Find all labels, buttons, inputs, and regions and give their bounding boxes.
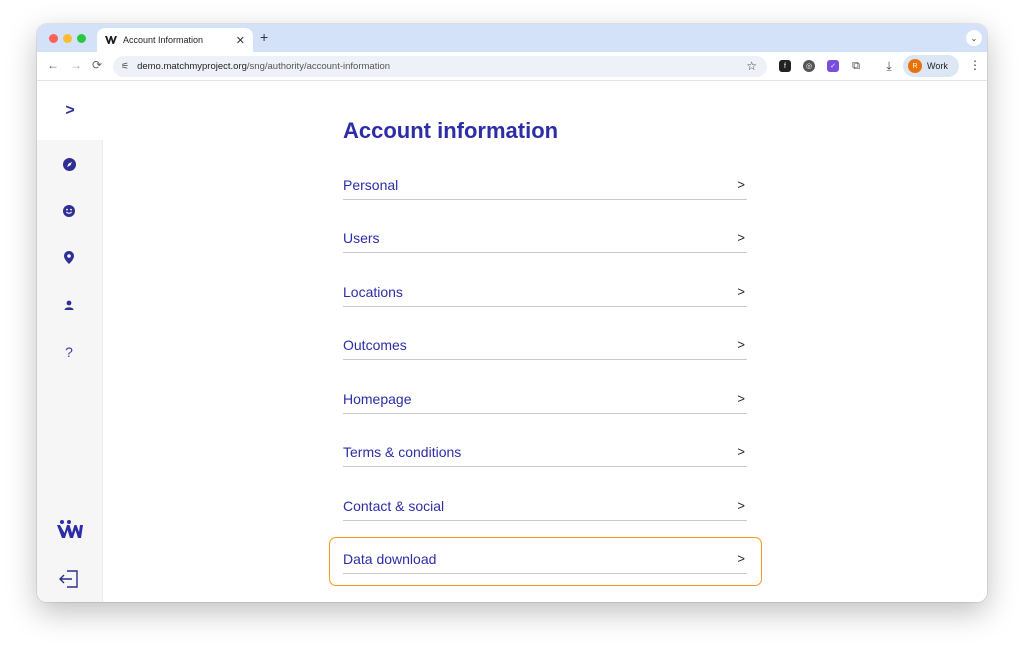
tab-title: Account Information [123,35,204,45]
menu-item-label: Locations [343,283,403,300]
menu-item-personal[interactable]: Personal > [343,170,747,200]
url-host: demo.matchmyproject.org [137,61,247,72]
extensions-puzzle-icon[interactable]: ⧉ [850,60,862,72]
user-icon[interactable] [61,297,77,313]
new-tab-button[interactable]: + [260,29,268,45]
url-path: /sng/authority/account-information [246,61,391,72]
browser-toolbar: ← → ⟳ ⚟ demo.matchmyproject.org/sng/auth… [37,52,987,81]
bookmark-star-icon[interactable]: ☆ [746,59,757,73]
matchmyproject-logo[interactable] [57,520,83,543]
back-arrow-icon[interactable]: ← [47,58,59,72]
menu-item-label: Terms & conditions [343,443,462,460]
profile-label: Work [927,61,948,71]
chevron-right-icon: > [737,230,745,245]
browser-tab[interactable]: Account Information ✕ [97,28,253,52]
extension-f-icon[interactable]: f [779,60,791,72]
menu-item-terms-conditions[interactable]: Terms & conditions > [343,437,747,467]
page-title: Account information [343,118,559,143]
browser-menu-icon[interactable]: ⋮ [969,58,981,72]
chevron-right-icon: > [737,284,745,299]
menu-item-label: Users [343,229,380,246]
chevron-right-icon: > [737,391,745,406]
menu-item-label: Personal [343,176,399,193]
browser-window: Account Information ✕ + ⌄ ← → ⟳ ⚟ demo.m… [37,24,987,602]
extension-check-icon[interactable]: ✓ [827,60,839,72]
chevron-right-icon: > [737,444,745,459]
profile-avatar: R [908,59,922,73]
compass-icon[interactable] [61,156,77,172]
help-icon[interactable]: ? [61,344,77,360]
download-icon[interactable]: ⤓ [883,59,895,73]
menu-item-outcomes[interactable]: Outcomes > [343,330,747,360]
menu-item-label: Outcomes [343,336,407,353]
profile-button[interactable]: R Work [903,55,959,77]
minimize-window-button[interactable] [63,34,72,43]
reload-icon[interactable]: ⟳ [92,58,102,72]
chevron-right-icon: > [737,337,745,352]
tab-search-chevron-icon[interactable]: ⌄ [966,30,982,46]
tab-bar: Account Information ✕ + ⌄ [37,24,987,52]
page-viewport: > ? Account information Personal > Users… [37,82,987,602]
extension-circle-icon[interactable]: ◎ [803,60,815,72]
close-window-button[interactable] [49,34,58,43]
site-favicon-icon [105,35,117,45]
smiley-icon[interactable] [61,203,77,219]
chevron-right-icon: > [737,177,745,192]
menu-item-label: Contact & social [343,497,445,514]
menu-item-label: Homepage [343,390,412,407]
site-settings-icon[interactable]: ⚟ [121,61,129,72]
menu-item-contact-social[interactable]: Contact & social > [343,491,747,521]
menu-item-homepage[interactable]: Homepage > [343,384,747,414]
focus-highlight [329,537,762,586]
chevron-right-icon: > [737,498,745,513]
forward-arrow-icon[interactable]: → [70,58,82,72]
address-bar[interactable]: ⚟ demo.matchmyproject.org/sng/authority/… [113,56,767,77]
menu-item-locations[interactable]: Locations > [343,277,747,307]
sidebar-expand-button[interactable]: > [37,82,103,140]
tab-close-icon[interactable]: ✕ [236,34,245,47]
logout-icon[interactable] [59,570,79,593]
location-pin-icon[interactable] [61,249,77,265]
menu-item-users[interactable]: Users > [343,223,747,253]
sidebar: > ? [37,82,103,602]
maximize-window-button[interactable] [77,34,86,43]
